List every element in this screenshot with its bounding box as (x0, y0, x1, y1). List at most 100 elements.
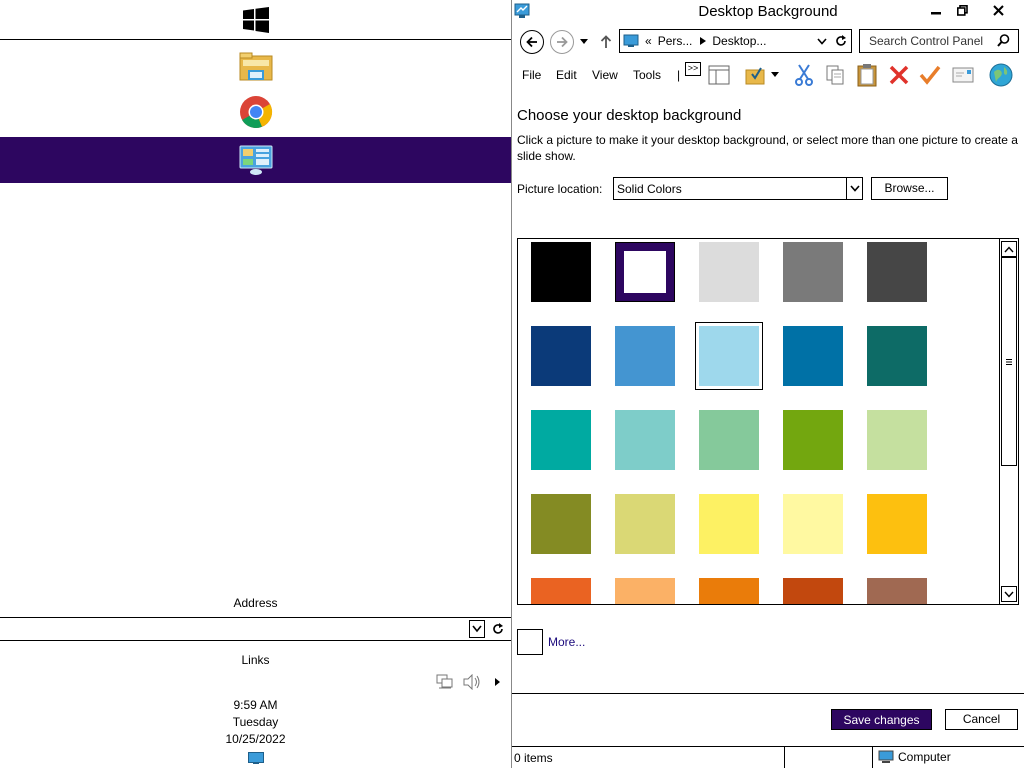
color-swatch[interactable] (867, 410, 927, 470)
paste-button[interactable] (854, 62, 880, 88)
menu-tools[interactable]: Tools (633, 68, 661, 82)
chevron-down-icon[interactable] (817, 38, 827, 45)
delete-x-icon (889, 65, 909, 85)
color-swatch[interactable] (531, 494, 591, 554)
scroll-thumb[interactable] (1001, 257, 1017, 466)
taskbar-chrome[interactable] (0, 90, 511, 134)
color-swatch[interactable] (615, 494, 675, 554)
page-heading: Choose your desktop background (517, 107, 742, 124)
menu-file[interactable]: File (522, 68, 541, 82)
color-swatch[interactable] (783, 410, 843, 470)
color-swatch[interactable] (783, 242, 843, 302)
navigation-bar: « Pers... Desktop... Search Control Pane… (512, 28, 1024, 56)
taskbar-file-explorer[interactable] (0, 45, 511, 89)
more-colors-swatch[interactable] (517, 629, 543, 655)
color-swatch[interactable] (699, 410, 759, 470)
picture-location-label: Picture location: (517, 182, 603, 196)
more-colors-link[interactable]: More... (548, 635, 585, 649)
save-changes-button[interactable]: Save changes (831, 709, 932, 730)
up-button[interactable] (598, 32, 614, 52)
show-desktop-button[interactable] (248, 752, 264, 767)
color-swatch[interactable] (615, 410, 675, 470)
color-swatch[interactable] (699, 578, 759, 604)
picture-location-dropdown[interactable]: Solid Colors (613, 177, 863, 200)
color-swatch[interactable] (531, 326, 591, 386)
web-button[interactable] (988, 62, 1014, 88)
chevron-up-icon (1004, 245, 1014, 252)
breadcrumb-overflow[interactable]: « (645, 34, 652, 48)
arrow-right-icon (557, 36, 568, 48)
copy-button[interactable] (822, 62, 848, 88)
status-bar: 0 items Computer (512, 746, 1024, 768)
refresh-icon[interactable] (835, 35, 847, 47)
picture-location-dropdown-arrow[interactable] (846, 178, 862, 199)
minimize-icon (931, 12, 941, 15)
taskbar-clock[interactable]: 9:59 AM Tuesday 10/25/2022 (0, 697, 511, 748)
recent-locations-button[interactable] (578, 34, 590, 50)
title-bar[interactable]: Desktop Background (512, 0, 1024, 24)
color-swatch[interactable] (783, 578, 843, 604)
address-refresh-button[interactable] (489, 620, 507, 638)
views-dropdown-button[interactable] (768, 62, 782, 88)
color-swatch[interactable] (699, 494, 759, 554)
color-swatch[interactable] (867, 242, 927, 302)
color-swatch[interactable] (783, 326, 843, 386)
address-breadcrumb[interactable]: « Pers... Desktop... (619, 29, 852, 53)
links-toolbar-label: Links (241, 653, 270, 667)
color-swatch[interactable] (615, 242, 675, 302)
color-swatch[interactable] (615, 326, 675, 386)
breadcrumb-chevron-icon[interactable] (700, 37, 707, 45)
views-button[interactable] (742, 62, 768, 88)
breadcrumb-personalization[interactable]: Pers... (658, 34, 693, 48)
status-zone: Computer (878, 750, 951, 764)
search-icon[interactable] (997, 34, 1010, 47)
scissors-icon (795, 64, 813, 86)
gallery-scrollbar[interactable] (999, 239, 1018, 604)
volume-icon[interactable] (462, 674, 482, 690)
toolbar-overflow-button[interactable]: >> (685, 62, 701, 76)
browse-button[interactable]: Browse... (871, 177, 948, 200)
menu-edit[interactable]: Edit (556, 68, 577, 82)
address-toolbar-input[interactable] (0, 617, 511, 641)
color-swatch[interactable] (867, 326, 927, 386)
scroll-up-button[interactable] (1001, 241, 1017, 257)
minimize-button[interactable] (922, 0, 950, 20)
cut-button[interactable] (791, 62, 817, 88)
desktop-monitor-icon (248, 752, 264, 764)
color-swatch[interactable] (699, 242, 759, 302)
arrow-up-icon (600, 35, 612, 48)
delete-button[interactable] (886, 62, 912, 88)
show-hidden-icons-arrow-icon[interactable] (490, 675, 504, 689)
properties-button[interactable] (917, 62, 943, 88)
close-icon (992, 4, 1004, 16)
status-divider (784, 747, 785, 768)
color-swatch[interactable] (867, 578, 927, 604)
scroll-down-button[interactable] (1001, 586, 1017, 602)
color-swatch[interactable] (531, 242, 591, 302)
back-button[interactable] (520, 30, 544, 54)
copy-icon (826, 65, 844, 85)
email-button[interactable] (950, 62, 976, 88)
color-gallery[interactable] (517, 238, 1019, 605)
close-button[interactable] (974, 0, 1022, 20)
computer-icon (878, 750, 894, 763)
taskbar-control-panel[interactable] (0, 137, 511, 183)
color-swatch[interactable] (531, 410, 591, 470)
caret-down-icon (771, 72, 779, 77)
start-button[interactable] (0, 0, 511, 40)
address-dropdown-button[interactable] (469, 620, 485, 638)
breadcrumb-desktop-background[interactable]: Desktop... (712, 34, 766, 48)
color-swatch[interactable] (615, 578, 675, 604)
color-swatch[interactable] (867, 494, 927, 554)
network-icon[interactable] (436, 674, 454, 690)
status-divider (872, 747, 873, 768)
forward-button[interactable] (550, 30, 574, 54)
color-swatch[interactable] (695, 322, 763, 390)
color-swatch[interactable] (783, 494, 843, 554)
color-swatch[interactable] (531, 578, 591, 604)
preview-pane-button[interactable] (706, 62, 732, 88)
restore-button[interactable] (950, 0, 974, 20)
search-input[interactable]: Search Control Panel (859, 29, 1019, 53)
menu-view[interactable]: View (592, 68, 618, 82)
cancel-button[interactable]: Cancel (945, 709, 1018, 730)
